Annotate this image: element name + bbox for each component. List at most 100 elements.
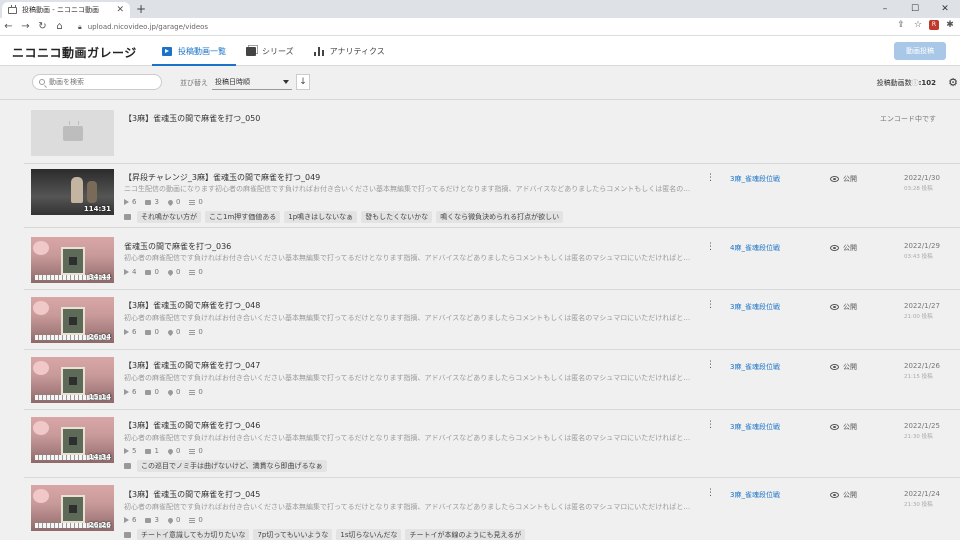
close-tab-icon[interactable]: ✕: [116, 5, 124, 15]
video-row[interactable]: 34:44 雀魂玉の間で麻雀を打つ_036 初心者の麻雀配信です負ければお付き合…: [24, 228, 960, 290]
view-count: 6: [124, 388, 136, 396]
visibility-status[interactable]: 公開: [830, 490, 857, 500]
visibility-status[interactable]: 公開: [830, 243, 857, 253]
mylist-icon: [189, 329, 196, 335]
gear-icon[interactable]: ⚙: [948, 76, 958, 89]
mylist-count: 0: [189, 388, 203, 396]
visibility-label: 公開: [843, 303, 857, 311]
video-thumbnail[interactable]: 114:31: [31, 169, 114, 215]
more-menu-icon[interactable]: ⋮: [706, 242, 715, 252]
home-icon[interactable]: ⌂: [51, 21, 68, 32]
series-link[interactable]: 3麻_雀魂段位戦: [730, 490, 780, 500]
video-title[interactable]: 【3麻】雀魂玉の間で麻雀を打つ_050: [124, 113, 260, 124]
video-thumbnail[interactable]: 15:14: [31, 357, 114, 403]
back-icon[interactable]: ←: [0, 21, 17, 32]
extension-icon[interactable]: R: [929, 20, 939, 30]
tab-series[interactable]: シリーズ: [236, 36, 304, 66]
visibility-label: 公開: [843, 491, 857, 499]
sort-direction-button[interactable]: ↓: [296, 74, 310, 90]
browser-toolbar: ← → ↻ ⌂ 🔒︎ upload.nicovideo.jp/garage/vi…: [0, 18, 960, 36]
video-title[interactable]: 【3麻】雀魂玉の間で麻雀を打つ_047: [124, 360, 260, 371]
new-tab-icon[interactable]: +: [134, 2, 148, 16]
comment-chip: 1s切らないんだな: [336, 529, 402, 540]
video-row[interactable]: 14:34 【3麻】雀魂玉の間で麻雀を打つ_046 初心者の麻雀配信です負ければ…: [24, 410, 960, 478]
video-title[interactable]: 【昇段チャレンジ_3麻】雀魂玉の間で麻雀を打つ_049: [124, 172, 320, 183]
video-count-label: 投稿動画数: [876, 79, 912, 87]
search-box[interactable]: [32, 74, 162, 90]
like-count: 0: [166, 328, 180, 336]
reload-icon[interactable]: ↻: [34, 21, 51, 32]
heart-icon: [166, 328, 174, 336]
video-row[interactable]: 26:26 【3麻】雀魂玉の間で麻雀を打つ_045 初心者の麻雀配信です負ければ…: [24, 478, 960, 540]
comment-chip: ここ1m押す価値ある: [205, 211, 281, 223]
like-count: 0: [166, 447, 180, 455]
heart-icon: [166, 268, 174, 276]
post-date: 2022/1/24: [904, 490, 940, 498]
series-link[interactable]: 3麻_雀魂段位戦: [730, 174, 780, 184]
video-row[interactable]: 15:14 【3麻】雀魂玉の間で麻雀を打つ_047 初心者の麻雀配信です負ければ…: [24, 350, 960, 410]
video-thumbnail[interactable]: 34:44: [31, 237, 114, 283]
play-icon: [124, 517, 129, 523]
eye-icon: [830, 364, 839, 370]
series-link[interactable]: 3麻_雀魂段位戦: [730, 302, 780, 312]
puzzle-icon[interactable]: ✱: [944, 20, 956, 30]
comment-icon: [145, 448, 152, 454]
video-row[interactable]: 26:04 【3麻】雀魂玉の間で麻雀を打つ_048 初心者の麻雀配信です負ければ…: [24, 290, 960, 350]
bookmark-star-icon[interactable]: ☆: [912, 20, 924, 30]
video-description: 初心者の麻雀配信です負ければお付き合いください基本無編集で打ってるだけとなります…: [124, 254, 696, 262]
play-icon: [124, 199, 129, 205]
close-window-icon[interactable]: ✕: [930, 0, 960, 18]
address-bar[interactable]: 🔒︎ upload.nicovideo.jp/garage/videos: [78, 20, 888, 34]
video-thumbnail[interactable]: 14:34: [31, 417, 114, 463]
tab-videos[interactable]: 投稿動画一覧: [152, 36, 236, 66]
video-thumbnail[interactable]: 26:26: [31, 485, 114, 531]
minimize-icon[interactable]: –: [870, 0, 900, 18]
more-menu-icon[interactable]: ⋮: [706, 300, 715, 310]
post-date: 2022/1/30: [904, 174, 940, 182]
more-menu-icon[interactable]: ⋮: [706, 420, 715, 430]
browser-tab[interactable]: 投稿動画 - ニコニコ動画 ✕: [2, 2, 130, 18]
visibility-status[interactable]: 公開: [830, 422, 857, 432]
tab-analytics[interactable]: アナリティクス: [304, 36, 395, 66]
video-row[interactable]: 114:31 【昇段チャレンジ_3麻】雀魂玉の間で麻雀を打つ_049 ニコ生配信…: [24, 164, 960, 228]
garage-logo[interactable]: ニコニコ動画ガレージ: [12, 44, 137, 61]
play-icon: [124, 329, 129, 335]
sort-select[interactable]: 投稿日時順: [212, 74, 292, 90]
visibility-status[interactable]: 公開: [830, 174, 857, 184]
comment-chip: 鳴くなら微負決められる打点が欲しい: [436, 211, 564, 223]
video-row[interactable]: 【3麻】雀魂玉の間で麻雀を打つ_050 エンコード中です: [24, 100, 960, 164]
heart-icon: [166, 198, 174, 206]
upload-button[interactable]: 動画投稿: [894, 42, 946, 60]
lock-icon[interactable]: 🔒︎: [78, 23, 82, 32]
video-count: 投稿動画数ⓘ:102: [877, 78, 936, 88]
visibility-status[interactable]: 公開: [830, 302, 857, 312]
video-stats: 6 3 0 0: [124, 516, 203, 524]
forward-icon[interactable]: →: [17, 21, 34, 32]
video-thumbnail[interactable]: 26:04: [31, 297, 114, 343]
encoding-status: エンコード中です: [880, 115, 936, 123]
search-input[interactable]: [49, 78, 149, 86]
video-title[interactable]: 【3麻】雀魂玉の間で麻雀を打つ_048: [124, 300, 260, 311]
more-menu-icon[interactable]: ⋮: [706, 360, 715, 370]
more-menu-icon[interactable]: ⋮: [706, 173, 715, 183]
video-title[interactable]: 【3麻】雀魂玉の間で麻雀を打つ_046: [124, 420, 260, 431]
comment-chip: この巡目でノミ手は曲げないけど、満貫なら即曲げるなぁ: [137, 460, 327, 472]
video-duration: 26:26: [88, 521, 111, 529]
series-link[interactable]: 3麻_雀魂段位戦: [730, 362, 780, 372]
series-link[interactable]: 4麻_雀魂段位戦: [730, 243, 780, 253]
video-duration: 15:14: [88, 393, 111, 401]
mylist-count: 0: [189, 447, 203, 455]
video-title[interactable]: 雀魂玉の間で麻雀を打つ_036: [124, 241, 231, 252]
info-icon[interactable]: ⓘ: [912, 79, 919, 87]
more-menu-icon[interactable]: ⋮: [706, 488, 715, 498]
series-link[interactable]: 3麻_雀魂段位戦: [730, 422, 780, 432]
visibility-status[interactable]: 公開: [830, 362, 857, 372]
comment-chip: 1p鳴きはしないなぁ: [284, 211, 358, 223]
maximize-icon[interactable]: ☐: [900, 0, 930, 18]
view-count: 4: [124, 268, 136, 276]
video-title[interactable]: 【3麻】雀魂玉の間で麻雀を打つ_045: [124, 489, 260, 500]
share-icon[interactable]: ⇪: [895, 20, 907, 30]
comment-chip: 發もしたくないかな: [361, 211, 433, 223]
video-thumbnail-placeholder[interactable]: [31, 110, 114, 156]
post-time: 03:28 投稿: [904, 186, 933, 192]
